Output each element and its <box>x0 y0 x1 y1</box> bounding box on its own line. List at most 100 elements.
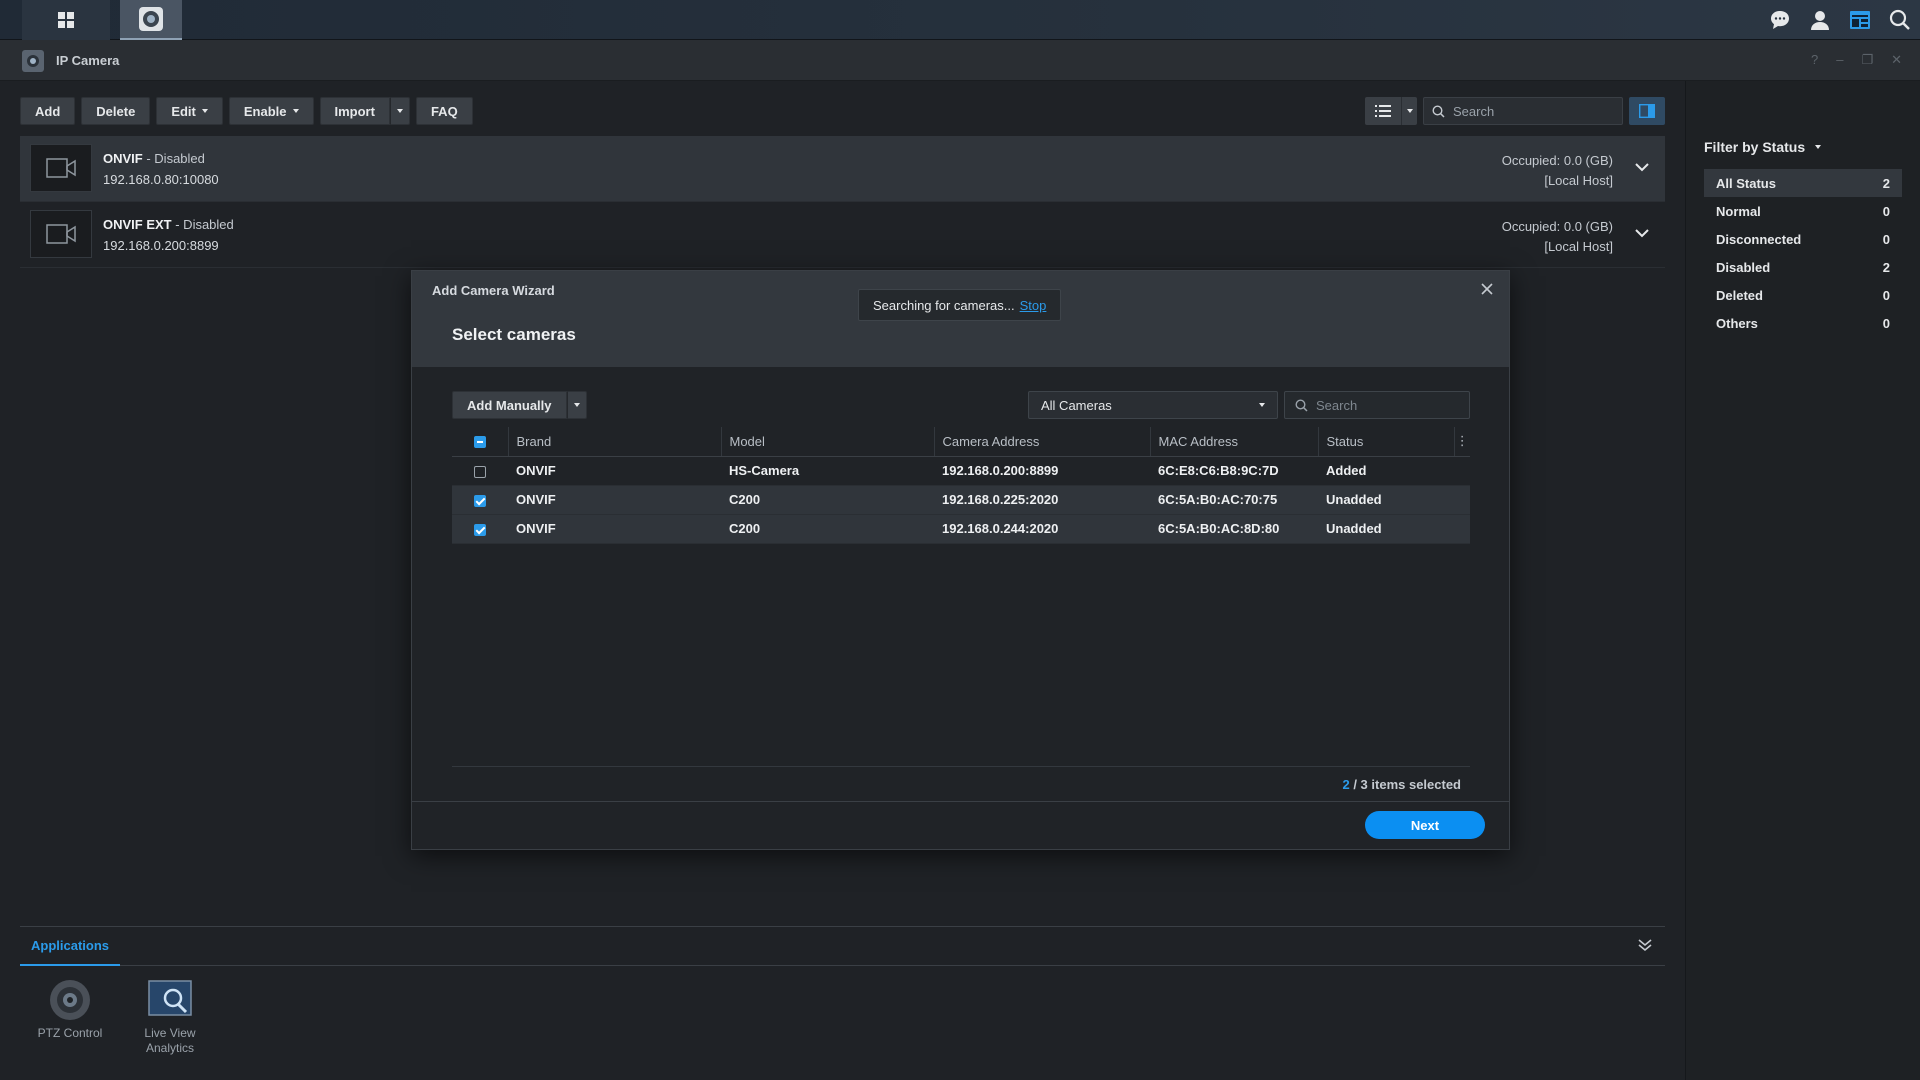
camera-thumbnail <box>30 210 92 258</box>
table-header-row: Brand Model Camera Address MAC Address S… <box>452 427 1470 457</box>
filter-item-disabled[interactable]: Disabled 2 <box>1704 253 1902 281</box>
enable-button[interactable]: Enable <box>228 97 314 125</box>
column-brand[interactable]: Brand <box>508 427 722 457</box>
list-view-icon <box>1365 105 1401 117</box>
grid-menu-icon <box>58 12 74 28</box>
filter-item-normal[interactable]: Normal 0 <box>1704 197 1902 225</box>
caret-down-icon <box>201 109 208 113</box>
live-view-analytics-icon <box>148 980 192 1020</box>
add-button[interactable]: Add <box>20 97 76 125</box>
next-button[interactable]: Next <box>1365 811 1485 839</box>
toggle-filter-panel-button[interactable] <box>1629 97 1665 125</box>
app-label: PTZ Control <box>37 1026 103 1040</box>
row-checkbox[interactable] <box>474 494 486 507</box>
filter-item-deleted[interactable]: Deleted 0 <box>1704 281 1902 309</box>
add-camera-wizard-dialog: Add Camera Wizard Select cameras Searchi… <box>411 270 1510 850</box>
tab-applications[interactable]: Applications <box>20 927 120 966</box>
filter-item-others[interactable]: Others 0 <box>1704 309 1902 337</box>
cell-status: Unadded <box>1318 514 1454 544</box>
select-all-cell[interactable] <box>452 427 509 457</box>
collapse-icon[interactable] <box>1637 937 1653 956</box>
minimize-icon[interactable]: – <box>1836 52 1843 68</box>
app-label: Live View Analytics <box>144 1026 196 1055</box>
faq-button[interactable]: FAQ <box>415 97 473 125</box>
help-icon[interactable]: ? <box>1811 52 1818 68</box>
cell-model: C200 <box>721 514 934 544</box>
window-titlebar: IP Camera ? – ❐ ✕ <box>0 40 1920 81</box>
search-placeholder: Search <box>1453 103 1495 119</box>
table-row[interactable]: ONVIF HS-Camera 192.168.0.200:8899 6C:E8… <box>452 456 1470 486</box>
maximize-icon[interactable]: ❐ <box>1861 52 1873 68</box>
cell-address: 192.168.0.244:2020 <box>934 514 1150 544</box>
add-manually-dropdown-button[interactable] <box>566 391 587 419</box>
column-mac-address[interactable]: MAC Address <box>1150 427 1319 457</box>
enable-label: Enable <box>243 103 287 119</box>
main-menu-button[interactable] <box>22 0 110 40</box>
column-model[interactable]: Model <box>721 427 935 457</box>
row-checkbox[interactable] <box>474 465 486 478</box>
row-checkbox[interactable] <box>474 523 486 536</box>
app-live-view-analytics[interactable]: Live View Analytics <box>120 980 220 1056</box>
taskbar <box>0 0 1920 40</box>
cell-brand: ONVIF <box>508 485 721 515</box>
view-mode-button[interactable] <box>1365 97 1417 125</box>
cell-address: 192.168.0.200:8899 <box>934 456 1150 486</box>
search-icon <box>1295 398 1308 412</box>
widgets-icon[interactable] <box>1840 0 1880 40</box>
add-manually-button[interactable]: Add Manually <box>452 391 567 419</box>
divider <box>412 801 1509 802</box>
divider <box>452 766 1470 767</box>
toolbar: Add Delete Edit Enable Import FAQ <box>20 97 473 125</box>
edit-button[interactable]: Edit <box>156 97 223 125</box>
table-row[interactable]: ONVIF C200 192.168.0.244:2020 6C:5A:B0:A… <box>452 514 1470 544</box>
caret-down-icon <box>573 403 580 407</box>
filter-title: Filter by Status <box>1704 139 1806 155</box>
applications-bar: Applications <box>20 926 1665 966</box>
camera-filter-value: All Cameras <box>1041 397 1112 413</box>
cell-model: HS-Camera <box>721 456 934 486</box>
side-panel-icon <box>1639 104 1655 118</box>
table-row[interactable]: ONVIF C200 192.168.0.225:2020 6C:5A:B0:A… <box>452 485 1470 515</box>
app-ptz-control[interactable]: PTZ Control <box>20 980 120 1041</box>
taskbar-ip-camera-app[interactable] <box>120 0 182 40</box>
dialog-title: Add Camera Wizard <box>432 283 555 298</box>
chat-icon[interactable] <box>1760 0 1800 40</box>
chevron-down-icon[interactable] <box>1635 160 1649 175</box>
video-camera-icon <box>46 158 76 178</box>
camera-results-table: Brand Model Camera Address MAC Address S… <box>452 427 1470 544</box>
camera-search-input[interactable]: Search <box>1423 97 1623 125</box>
camera-app-icon <box>139 7 163 31</box>
chevron-down-icon[interactable] <box>1635 226 1649 241</box>
filter-item-all-status[interactable]: All Status 2 <box>1704 169 1902 197</box>
close-window-icon[interactable]: ✕ <box>1891 52 1902 68</box>
import-dropdown-button[interactable] <box>389 97 410 125</box>
stop-search-link[interactable]: Stop <box>1020 298 1047 313</box>
cell-mac: 6C:5A:B0:AC:8D:80 <box>1150 514 1318 544</box>
import-button[interactable]: Import <box>319 97 390 125</box>
cell-brand: ONVIF <box>508 514 721 544</box>
camera-row[interactable]: ONVIF EXT - Disabled 192.168.0.200:8899 … <box>20 202 1665 268</box>
filter-by-status-dropdown[interactable]: Filter by Status <box>1704 139 1822 155</box>
user-icon[interactable] <box>1800 0 1840 40</box>
column-status[interactable]: Status <box>1318 427 1455 457</box>
cell-status: Unadded <box>1318 485 1454 515</box>
delete-button[interactable]: Delete <box>81 97 151 125</box>
close-icon[interactable] <box>1481 283 1493 298</box>
status-filter-list: All Status 2 Normal 0 Disconnected 0 Disabl… <box>1704 169 1902 337</box>
search-icon <box>1432 104 1445 118</box>
ip-camera-window-icon <box>22 50 44 72</box>
searching-status: Searching for cameras... Stop <box>858 289 1062 321</box>
camera-list: ONVIF - Disabled 192.168.0.80:10080 Occu… <box>20 136 1665 268</box>
camera-filter-select[interactable]: All Cameras <box>1028 391 1278 419</box>
camera-storage: Occupied: 0.0 (GB) [Local Host] <box>1501 219 1613 254</box>
video-camera-icon <box>46 224 76 244</box>
dialog-search-input[interactable]: Search <box>1284 391 1470 419</box>
cell-mac: 6C:5A:B0:AC:70:75 <box>1150 485 1318 515</box>
filter-item-disconnected[interactable]: Disconnected 0 <box>1704 225 1902 253</box>
filter-panel: Filter by Status All Status 2 Normal 0 Dis… <box>1685 81 1920 1080</box>
column-options-icon[interactable]: ⋮ <box>1454 427 1470 457</box>
search-icon[interactable] <box>1880 0 1920 40</box>
column-camera-address[interactable]: Camera Address <box>934 427 1151 457</box>
camera-row[interactable]: ONVIF - Disabled 192.168.0.80:10080 Occu… <box>20 136 1665 202</box>
select-all-checkbox[interactable] <box>473 436 486 449</box>
